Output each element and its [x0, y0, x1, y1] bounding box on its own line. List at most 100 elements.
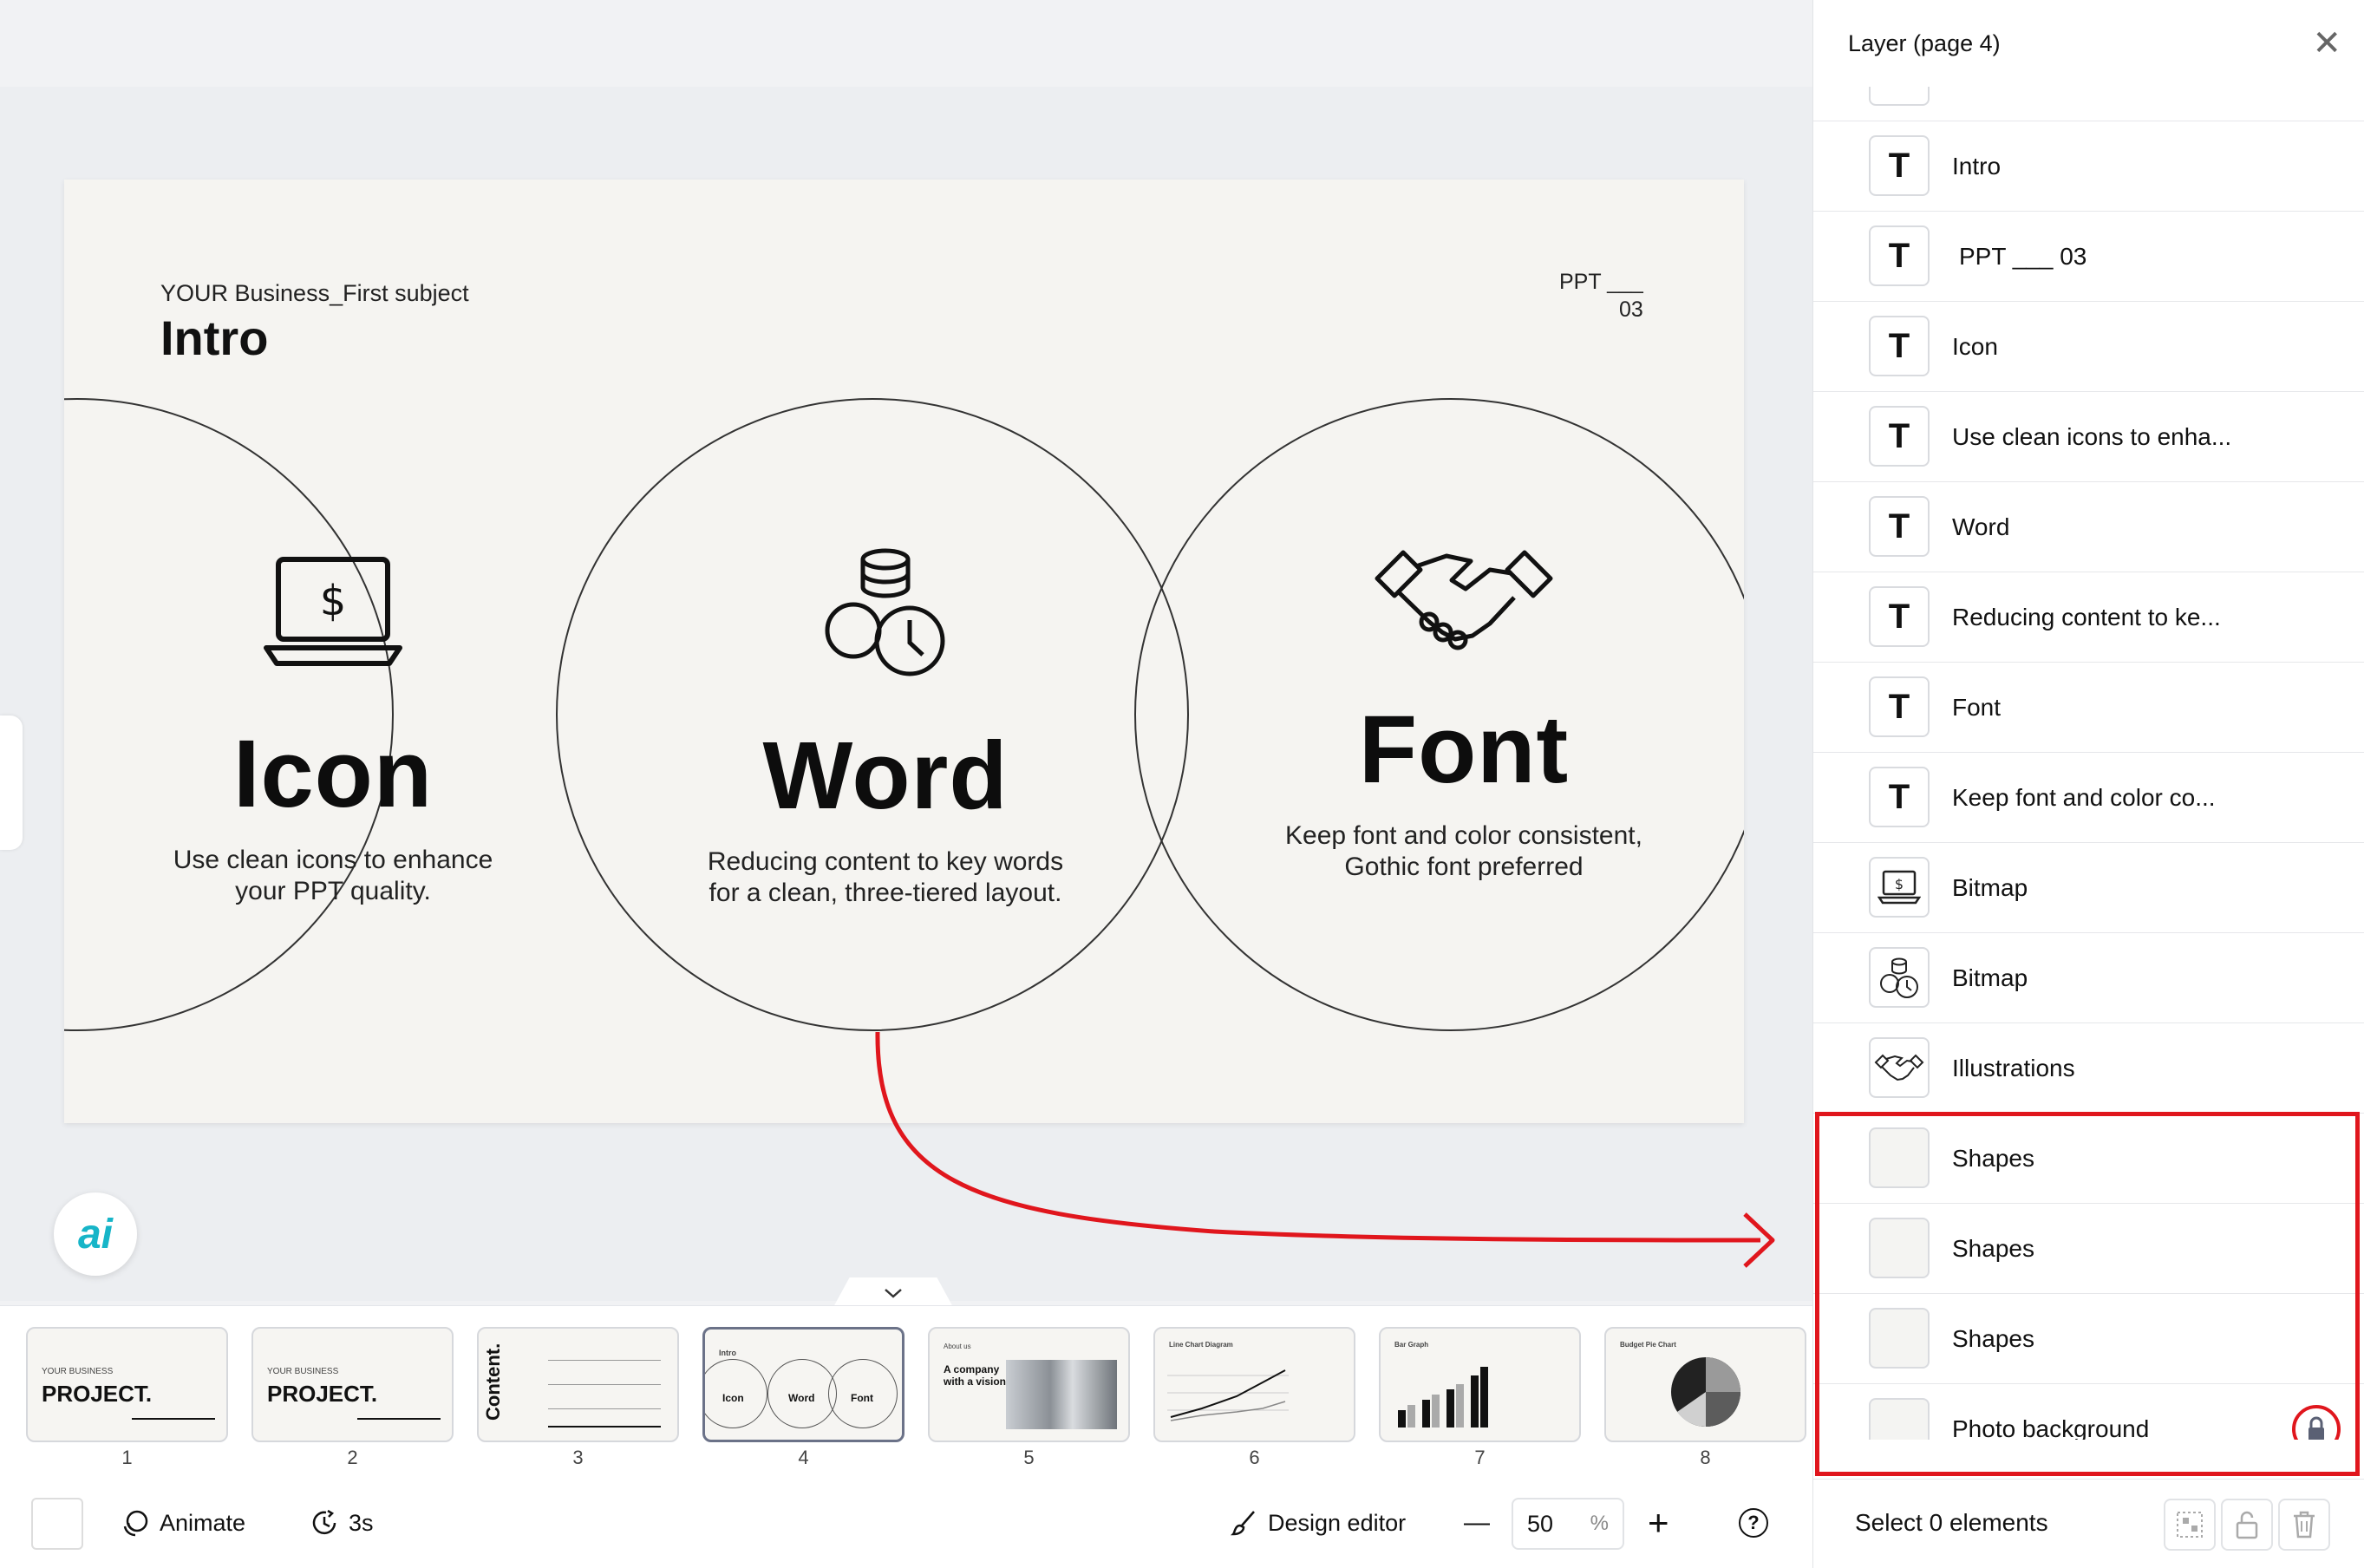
selection-count: Select 0 elements	[1855, 1509, 2048, 1536]
slide-subtitle[interactable]: YOUR Business_First subject	[160, 280, 469, 307]
layer-row[interactable]: T Font	[1813, 663, 2364, 753]
design-editor-button[interactable]: Design editor	[1230, 1501, 1406, 1545]
page-number-7: 7	[1474, 1447, 1486, 1468]
page-thumbnail-4[interactable]: Intro Icon Word Font	[702, 1327, 904, 1442]
annotation-highlight-box	[1815, 1112, 2360, 1476]
layer-row[interactable]: Illustrations	[1813, 1023, 2364, 1114]
layer-row[interactable]: $ Bitmap	[1813, 843, 2364, 933]
text-layer-icon: T	[1869, 676, 1930, 737]
text-layer-icon: T	[1869, 135, 1930, 196]
thumb-item: Icon	[722, 1392, 744, 1404]
page-thumbnail-1[interactable]: YOUR BUSINESS PROJECT.	[26, 1327, 228, 1442]
layer-row[interactable]: T Icon	[1813, 302, 2364, 392]
page-thumbnail-3[interactable]: Content.	[477, 1327, 679, 1442]
layer-label: Bitmap	[1952, 964, 2028, 991]
layer-row[interactable]: T PPT ___ 03	[1813, 212, 2364, 302]
page-thumbnail-2[interactable]: YOUR BUSINESS PROJECT.	[251, 1327, 454, 1442]
page-thumbnail-5[interactable]: About us A company with a vision	[928, 1327, 1130, 1442]
icon-description[interactable]: Use clean icons to enhance your PPT qual…	[64, 845, 602, 907]
zoom-input[interactable]: 50 %	[1512, 1498, 1624, 1550]
trash-icon	[2294, 1511, 2315, 1539]
thumb-photo	[1006, 1360, 1117, 1429]
slide-title[interactable]: Intro	[160, 310, 268, 366]
page-number-3: 3	[572, 1447, 584, 1468]
left-panel-handle[interactable]	[0, 715, 23, 850]
page-color-swatch[interactable]	[31, 1498, 83, 1550]
text-layer-icon: T	[1869, 225, 1930, 286]
chevron-down-icon	[885, 1289, 902, 1298]
icon-heading[interactable]: Icon	[64, 719, 602, 829]
text-layer-icon	[1869, 87, 1930, 106]
thumb-item: Word	[788, 1392, 815, 1404]
svg-text:$: $	[320, 577, 347, 625]
close-icon[interactable]: ✕	[2312, 26, 2341, 61]
column-icon: $ Icon Use clean icons to enhance your P…	[64, 552, 602, 907]
word-desc-line1: Reducing content to key words	[707, 847, 1064, 876]
coins-clock-icon	[1869, 947, 1930, 1008]
thumb-title: A company with a vision	[944, 1363, 1007, 1388]
word-desc-line2: for a clean, three-tiered layout.	[709, 879, 1062, 907]
page-thumbnail-8[interactable]: Budget Pie Chart	[1604, 1327, 1806, 1442]
page-number-6: 6	[1249, 1447, 1260, 1468]
column-word: Word Reducing content to key words for a…	[617, 544, 1154, 909]
thumb-item: Font	[851, 1392, 873, 1404]
thumb-subtitle: Bar Graph	[1394, 1341, 1429, 1349]
thumb-subtitle: YOUR BUSINESS	[42, 1367, 114, 1376]
font-desc-line1: Keep font and color consistent,	[1285, 821, 1642, 850]
layer-row[interactable]: T Use clean icons to enha...	[1813, 392, 2364, 482]
bottom-toolbar: Animate 3s Design editor — 50 % + ?	[0, 1479, 1812, 1568]
thumb-subtitle: About us	[944, 1343, 971, 1350]
design-editor-label: Design editor	[1268, 1509, 1407, 1536]
word-description[interactable]: Reducing content to key words for a clea…	[617, 846, 1154, 909]
thumb-subtitle: Line Chart Diagram	[1169, 1341, 1233, 1349]
coins-clock-icon[interactable]	[812, 544, 959, 683]
font-heading[interactable]: Font	[1195, 695, 1733, 805]
slide-canvas[interactable]: YOUR Business_First subject Intro PPT __…	[64, 180, 1744, 1123]
icon-desc-line1: Use clean icons to enhance	[173, 846, 493, 874]
layer-label: Icon	[1952, 332, 1998, 360]
layer-label: Intro	[1952, 152, 2002, 180]
unlock-icon	[2236, 1511, 2258, 1539]
layer-label: Illustrations	[1952, 1054, 2075, 1081]
laptop-dollar-icon: $	[1869, 857, 1930, 918]
page-thumbnail-6[interactable]: Line Chart Diagram	[1153, 1327, 1355, 1442]
slide-ppt-number[interactable]: PPT ___ 03	[1559, 268, 1643, 323]
duration-label: 3s	[349, 1509, 374, 1536]
font-description[interactable]: Keep font and color consistent, Gothic f…	[1195, 820, 1733, 883]
unlock-button[interactable]	[2221, 1499, 2273, 1551]
text-layer-icon: T	[1869, 767, 1930, 827]
laptop-dollar-icon[interactable]: $	[259, 552, 407, 674]
zoom-out-button[interactable]: —	[1464, 1501, 1490, 1545]
layer-row[interactable]: Bitmap	[1813, 933, 2364, 1023]
layer-label: Reducing content to ke...	[1952, 603, 2221, 630]
duration-button[interactable]: 3s	[309, 1501, 374, 1545]
collapse-filmstrip-button[interactable]	[833, 1277, 954, 1309]
layer-row[interactable]: T Keep font and color co...	[1813, 753, 2364, 843]
layer-row[interactable]: T Reducing content to ke...	[1813, 572, 2364, 663]
layer-panel-header: Layer (page 4)	[1813, 0, 2364, 87]
page-number-4: 4	[798, 1447, 809, 1468]
text-layer-icon: T	[1869, 406, 1930, 467]
icon-desc-line2: your PPT quality.	[235, 877, 431, 905]
zoom-in-button[interactable]: +	[1648, 1501, 1669, 1545]
thumb-title: PROJECT.	[42, 1381, 153, 1407]
animate-button[interactable]: Animate	[120, 1501, 245, 1545]
help-button[interactable]: ?	[1739, 1501, 1768, 1545]
ppt-number: 03	[1619, 297, 1643, 322]
layer-label: Use clean icons to enha...	[1952, 422, 2232, 450]
layer-row[interactable]: T Intro	[1813, 121, 2364, 212]
group-icon	[2177, 1512, 2203, 1538]
layer-row[interactable]: T Word	[1813, 482, 2364, 572]
layer-row[interactable]	[1813, 87, 2364, 121]
page-thumbnail-7[interactable]: Bar Graph	[1379, 1327, 1581, 1442]
animate-icon	[123, 1510, 148, 1537]
ai-assistant-button[interactable]: ai	[54, 1192, 137, 1276]
layer-label: Word	[1952, 513, 2010, 540]
group-button[interactable]	[2164, 1499, 2216, 1551]
text-layer-icon: T	[1869, 316, 1930, 376]
page-number-2: 2	[347, 1447, 358, 1468]
layer-label: Bitmap	[1952, 873, 2028, 901]
delete-button[interactable]	[2278, 1499, 2330, 1551]
word-heading[interactable]: Word	[617, 721, 1154, 831]
handshake-icon[interactable]	[1368, 535, 1559, 657]
